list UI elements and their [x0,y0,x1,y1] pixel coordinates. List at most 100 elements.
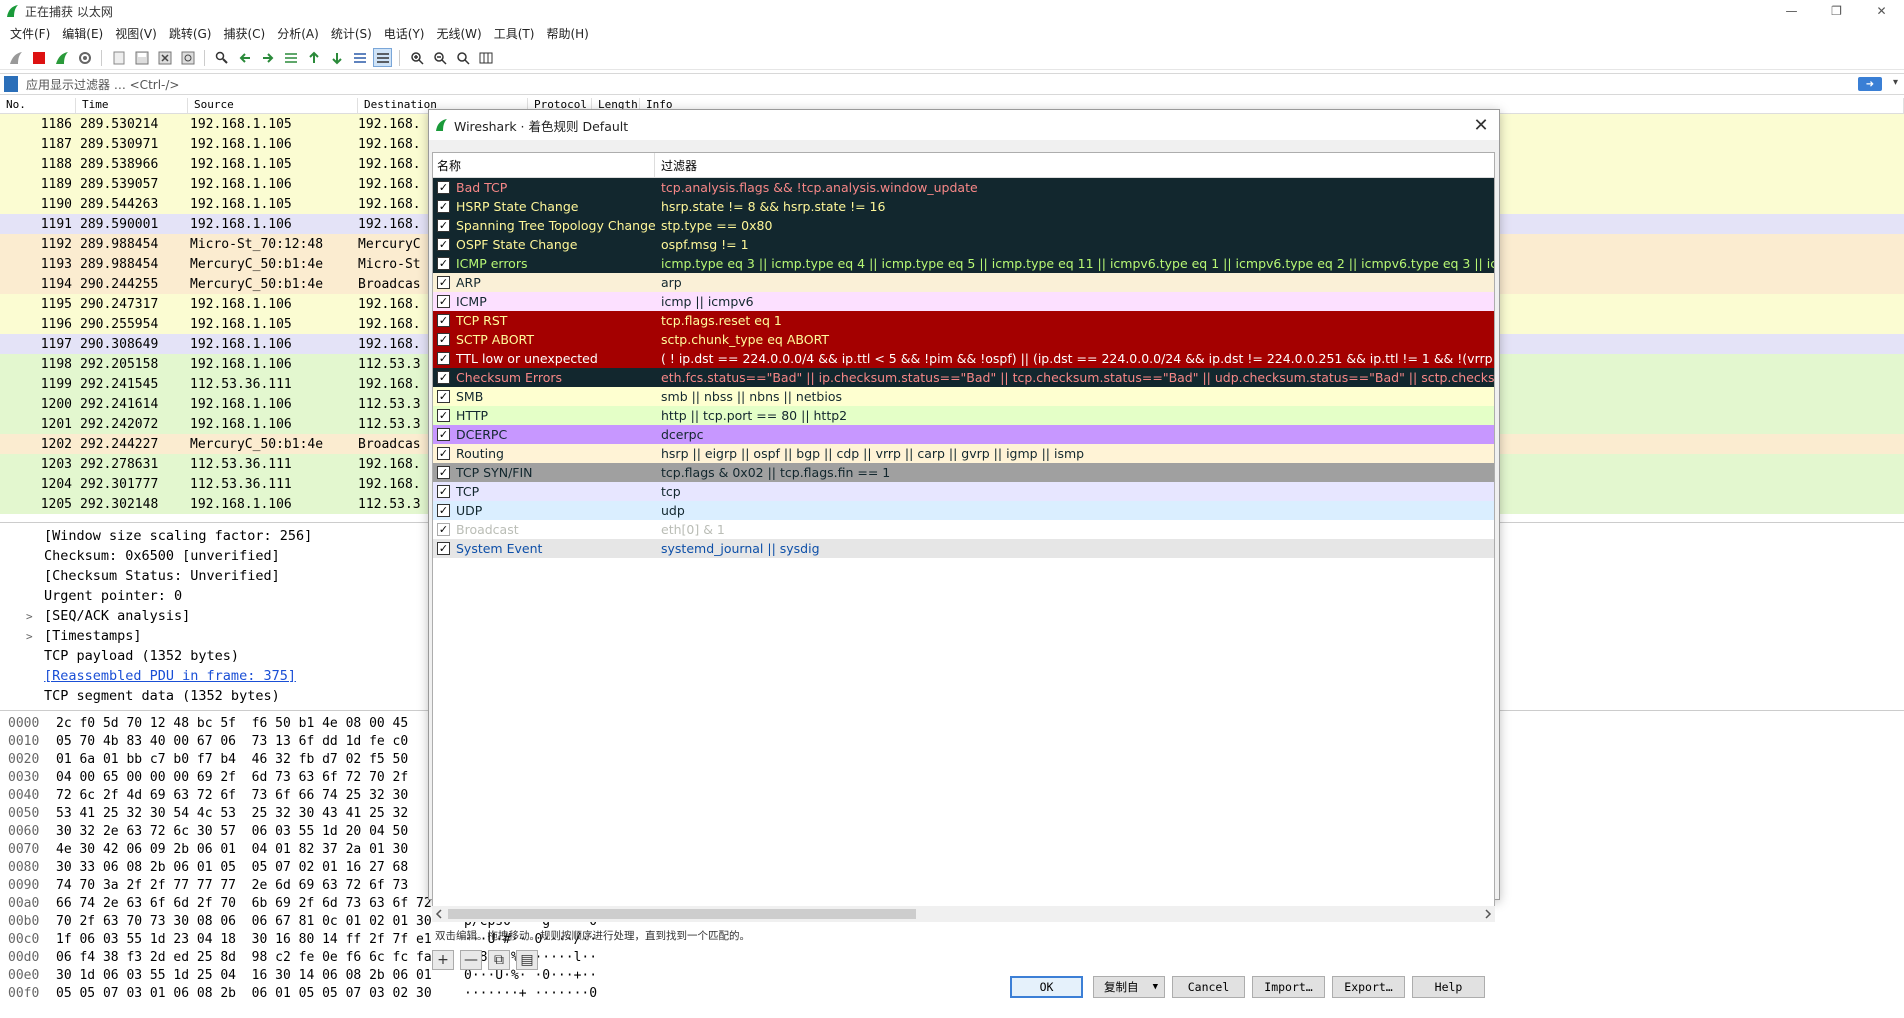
rule-enabled-checkbox[interactable]: ✓ [437,447,450,460]
restart-capture-icon[interactable] [52,48,71,67]
coloring-rule-row[interactable]: ✓ ARP arp [433,273,1494,292]
menu-edit[interactable]: 编辑(E) [56,25,109,42]
help-button[interactable]: Help [1412,976,1485,998]
remove-rule-button[interactable]: — [460,950,482,970]
capture-options-icon[interactable] [75,48,94,67]
menu-telephony[interactable]: 电话(Y) [378,25,431,42]
first-packet-icon[interactable] [304,48,323,67]
rule-enabled-checkbox[interactable]: ✓ [437,485,450,498]
ok-button[interactable]: OK [1010,976,1083,998]
coloring-rule-row[interactable]: ✓ Routing hsrp || eigrp || ospf || bgp || … [433,444,1494,463]
coloring-rule-row[interactable]: ✓ TCP tcp [433,482,1494,501]
rule-enabled-checkbox[interactable]: ✓ [437,295,450,308]
rule-enabled-checkbox[interactable]: ✓ [437,542,450,555]
coloring-rule-row[interactable]: ✓ UDP udp [433,501,1494,520]
bookmark-icon[interactable] [4,76,18,92]
go-back-icon[interactable] [235,48,254,67]
column-header-filter[interactable]: 过滤器 [655,157,697,174]
maximize-button[interactable]: ❐ [1814,0,1859,22]
import-button[interactable]: Import… [1252,976,1325,998]
coloring-rule-row[interactable]: ✓ HTTP http || tcp.port == 80 || http2 [433,406,1494,425]
export-button[interactable]: Export… [1332,976,1405,998]
rule-enabled-checkbox[interactable]: ✓ [437,181,450,194]
resize-columns-icon[interactable] [476,48,495,67]
rule-enabled-checkbox[interactable]: ✓ [437,466,450,479]
coloring-rule-row[interactable]: ✓ HSRP State Change hsrp.state != 8 && hsr… [433,197,1494,216]
expander-chevron-icon[interactable]: > [26,610,33,623]
rule-enabled-checkbox[interactable]: ✓ [437,314,450,327]
coloring-rule-row[interactable]: ✓ SMB smb || nbss || nbns || netbios [433,387,1494,406]
column-header-time[interactable]: Time [76,98,188,113]
column-header-no[interactable]: No. [0,98,76,113]
reload-file-icon[interactable] [178,48,197,67]
coloring-rule-row[interactable]: ✓ TTL low or unexpected ( ! ip.dst == 224.… [433,349,1494,368]
rule-enabled-checkbox[interactable]: ✓ [437,333,450,346]
minimize-button[interactable]: — [1769,0,1814,22]
rule-enabled-checkbox[interactable]: ✓ [437,257,450,270]
find-packet-icon[interactable] [212,48,231,67]
rule-enabled-checkbox[interactable]: ✓ [437,276,450,289]
menu-tools[interactable]: 工具(T) [488,25,541,42]
rule-enabled-checkbox[interactable]: ✓ [437,428,450,441]
cancel-button[interactable]: Cancel [1172,976,1245,998]
menu-help[interactable]: 帮助(H) [540,25,594,42]
menu-file[interactable]: 文件(F) [4,25,56,42]
add-rule-button[interactable]: + [432,950,454,970]
save-file-icon[interactable] [132,48,151,67]
menu-wireless[interactable]: 无线(W) [431,25,488,42]
menu-statistics[interactable]: 统计(S) [325,25,378,42]
menu-view[interactable]: 视图(V) [109,25,163,42]
column-header-name[interactable]: 名称 [433,153,655,178]
copy-from-button[interactable]: 复制自 ▼ [1093,976,1165,998]
filter-dropdown-icon[interactable]: ▾ [1893,77,1898,88]
last-packet-icon[interactable] [327,48,346,67]
rule-enabled-checkbox[interactable]: ✓ [437,352,450,365]
coloring-rule-row[interactable]: ✓ ICMP icmp || icmpv6 [433,292,1494,311]
coloring-rule-row[interactable]: ✓ Spanning Tree Topology Change stp.type =… [433,216,1494,235]
display-filter-input[interactable]: 应用显示过滤器 … <Ctrl-/> [26,76,179,93]
auto-scroll-icon[interactable] [350,48,369,67]
expander-chevron-icon[interactable]: > [26,630,33,643]
detail-link[interactable]: [Reassembled PDU in frame: 375] [44,668,296,684]
coloring-rule-row[interactable]: ✓ TCP SYN/FIN tcp.flags & 0x02 || tcp.flag… [433,463,1494,482]
rule-name-cell: ✓ TCP SYN/FIN [433,465,655,480]
horizontal-scrollbar[interactable] [432,906,1495,922]
open-file-icon[interactable] [109,48,128,67]
coloring-rule-row[interactable]: ✓ ICMP errors icmp.type eq 3 || icmp.type … [433,254,1494,273]
coloring-rule-row[interactable]: ✓ Checksum Errors eth.fcs.status=="Bad" ||… [433,368,1494,387]
start-capture-icon[interactable] [6,48,25,67]
stop-capture-icon[interactable] [29,48,48,67]
clear-rule-button[interactable]: ▤ [516,950,538,970]
rule-enabled-checkbox[interactable]: ✓ [437,523,450,536]
packet-time: 292.244227 [80,436,159,452]
rule-enabled-checkbox[interactable]: ✓ [437,219,450,232]
apply-filter-arrow-icon[interactable]: ➜ [1858,77,1882,91]
rule-enabled-checkbox[interactable]: ✓ [437,371,450,384]
rule-enabled-checkbox[interactable]: ✓ [437,390,450,403]
coloring-rule-row[interactable]: ✓ Bad TCP tcp.analysis.flags && !tcp.analy… [433,178,1494,197]
coloring-rule-row[interactable]: ✓ OSPF State Change ospf.msg != 1 [433,235,1494,254]
go-forward-icon[interactable] [258,48,277,67]
column-header-source[interactable]: Source [188,98,358,113]
dialog-close-icon[interactable]: ✕ [1471,115,1491,136]
coloring-rule-row[interactable]: ✓ SCTP ABORT sctp.chunk_type eq ABORT [433,330,1494,349]
close-window-button[interactable]: ✕ [1859,0,1904,22]
go-to-packet-icon[interactable] [281,48,300,67]
zoom-in-icon[interactable] [407,48,426,67]
menu-go[interactable]: 跳转(G) [163,25,218,42]
coloring-rule-row[interactable]: ✓ Broadcast eth[0] & 1 [433,520,1494,539]
rule-enabled-checkbox[interactable]: ✓ [437,409,450,422]
close-file-icon[interactable] [155,48,174,67]
menu-analyze[interactable]: 分析(A) [271,25,325,42]
rule-enabled-checkbox[interactable]: ✓ [437,238,450,251]
coloring-rule-row[interactable]: ✓ DCERPC dcerpc [433,425,1494,444]
rule-enabled-checkbox[interactable]: ✓ [437,504,450,517]
menu-capture[interactable]: 捕获(C) [217,25,271,42]
copy-rule-button[interactable]: ⧉ [488,950,510,970]
colorize-icon[interactable] [373,48,392,67]
zoom-out-icon[interactable] [430,48,449,67]
rule-enabled-checkbox[interactable]: ✓ [437,200,450,213]
coloring-rule-row[interactable]: ✓ System Event systemd_journal || sysdig [433,539,1494,558]
coloring-rule-row[interactable]: ✓ TCP RST tcp.flags.reset eq 1 [433,311,1494,330]
normal-size-icon[interactable] [453,48,472,67]
